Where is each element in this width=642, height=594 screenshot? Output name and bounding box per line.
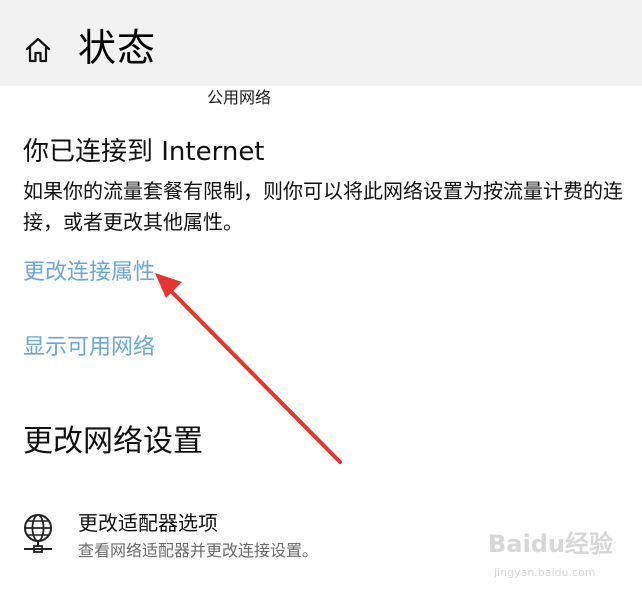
network-adapter-icon [24, 514, 52, 553]
change-adapter-options-title: 更改适配器选项 [78, 511, 218, 535]
header-bar: 状态 [0, 0, 642, 86]
baidu-watermark: Baidu经验 jingyan.baidu.com [488, 524, 638, 588]
change-adapter-options-description: 查看网络适配器并更改连接设置。 [78, 541, 319, 560]
page-title: 状态 [78, 26, 157, 70]
show-available-networks-link[interactable]: 显示可用网络 [23, 333, 155, 363]
home-icon [25, 37, 51, 63]
connection-status-heading: 你已连接到 Internet [23, 137, 265, 167]
network-type-label: 公用网络 [207, 88, 272, 107]
watermark-domain: jingyan.baidu.com [494, 566, 596, 579]
change-connection-properties-link[interactable]: 更改连接属性 [23, 258, 155, 288]
home-button[interactable] [22, 34, 54, 66]
change-network-settings-heading: 更改网络设置 [23, 424, 203, 459]
connection-status-description: 如果你的流量套餐有限制，则你可以将此网络设置为按流量计费的连接，或者更改其他属性… [23, 179, 623, 234]
settings-status-page: 状态 公用网络 你已连接到 Internet 如果你的流量套餐有限制，则你可以将… [0, 0, 642, 594]
watermark-brand: Baidu经验 [488, 530, 613, 558]
